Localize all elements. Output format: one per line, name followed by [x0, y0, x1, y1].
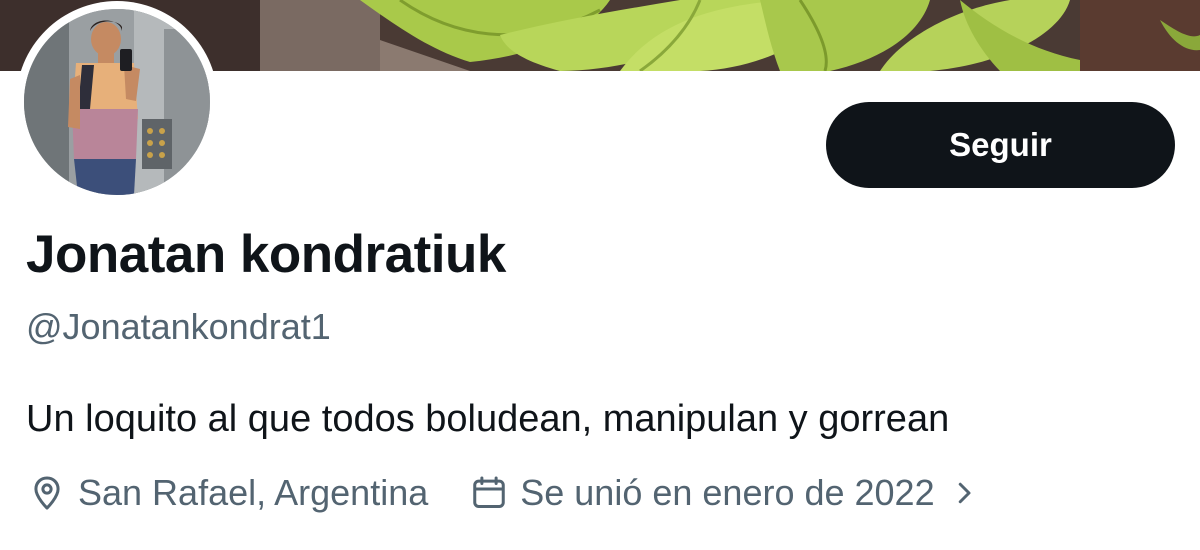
profile-bio: Un loquito al que todos boludean, manipu… — [26, 398, 950, 440]
calendar-icon — [468, 472, 510, 514]
avatar-photo — [24, 9, 210, 195]
avatar-border — [16, 1, 218, 203]
profile-page: Seguir Jonatan kondratiuk @Jonatankondra… — [0, 0, 1200, 550]
map-pin-icon — [26, 472, 68, 514]
profile-handle: @Jonatankondrat1 — [26, 306, 331, 347]
profile-meta: San Rafael, Argentina Se unió en enero d… — [26, 470, 985, 516]
display-name: Jonatan kondratiuk — [26, 225, 506, 284]
avatar[interactable] — [24, 9, 210, 195]
profile-location: San Rafael, Argentina — [78, 472, 429, 513]
profile-joined-date: Se unió en enero de 2022 — [520, 472, 935, 513]
follow-button[interactable]: Seguir — [826, 102, 1175, 188]
chevron-right-icon[interactable] — [943, 472, 985, 514]
